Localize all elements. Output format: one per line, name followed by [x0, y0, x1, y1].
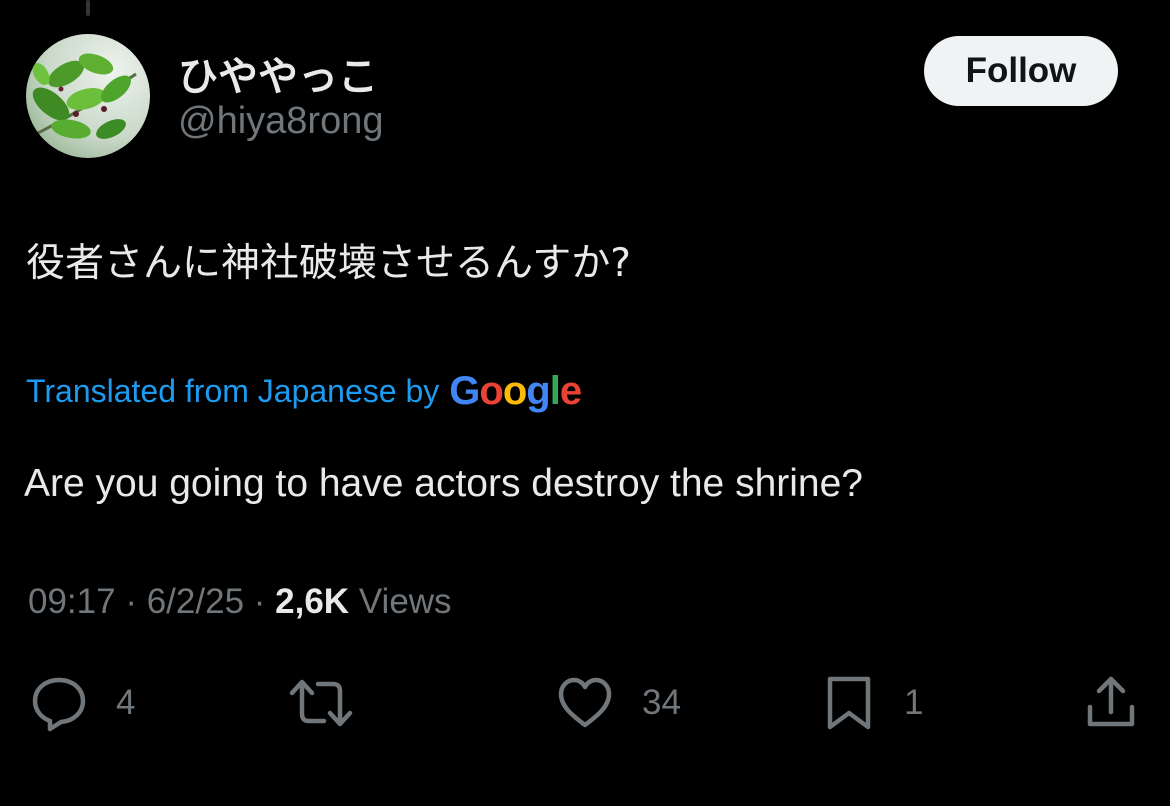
translated-text: Are you going to have actors destroy the…: [24, 462, 863, 505]
tweet-text: 役者さんに神社破壊させるんすか?: [26, 241, 631, 286]
views-label: Views: [358, 582, 452, 621]
bookmark-icon: [827, 676, 871, 730]
follow-button[interactable]: Follow: [924, 36, 1118, 106]
reply-count: 4: [116, 683, 136, 722]
share-icon: [1087, 676, 1135, 727]
bookmark-count: 1: [904, 683, 924, 722]
meta-separator: ·: [253, 582, 266, 621]
views-count: 2,6K: [275, 582, 350, 621]
tweet-date[interactable]: 6/2/25: [147, 582, 244, 621]
reply-button[interactable]: 4: [30, 672, 135, 734]
google-logo-letter: g: [526, 368, 550, 413]
translated-from-label[interactable]: Translated from Japanese by: [26, 373, 439, 410]
display-name[interactable]: ひややっこ: [178, 44, 378, 102]
retweet-icon: [289, 679, 353, 727]
google-logo-letter: o: [502, 368, 527, 413]
google-logo-letter: e: [559, 368, 582, 413]
share-button[interactable]: [1082, 672, 1168, 734]
meta-separator: ·: [125, 582, 137, 621]
like-count: 34: [642, 683, 681, 722]
thread-connector-line: [86, 0, 90, 16]
retweet-button[interactable]: [288, 672, 382, 734]
avatar[interactable]: [26, 34, 150, 158]
leaf-photo-avatar: [26, 34, 150, 158]
translation-attribution: Translated from Japanese by Google: [26, 366, 582, 416]
tweet-meta: 09:17 · 6/2/25 · 2,6K Views: [28, 582, 452, 622]
tweet-time[interactable]: 09:17: [28, 582, 116, 621]
like-button[interactable]: 34: [556, 672, 681, 734]
google-logo-letter: l: [549, 368, 561, 413]
google-logo-letter: G: [449, 368, 480, 413]
user-handle[interactable]: @hiya8rong: [178, 100, 383, 143]
heart-icon: [558, 677, 612, 728]
bookmark-button[interactable]: 1: [822, 672, 923, 734]
reply-icon: [32, 677, 86, 732]
google-logo: Google: [449, 368, 582, 414]
google-logo-letter: o: [479, 368, 503, 413]
